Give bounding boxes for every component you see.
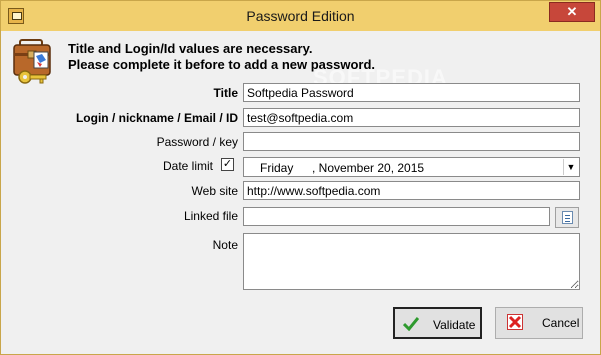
cancel-icon: [507, 314, 523, 330]
password-input[interactable]: [243, 132, 580, 151]
cancel-button[interactable]: Cancel: [495, 307, 583, 339]
linked-file-label: Linked file: [183, 209, 238, 223]
title-input[interactable]: [243, 83, 580, 102]
date-limit-label: Date limit: [162, 159, 213, 173]
login-input[interactable]: [243, 108, 580, 127]
window-title: Password Edition: [246, 8, 355, 24]
chevron-down-icon[interactable]: ▼: [563, 159, 578, 175]
header-line-1: Title and Login/Id values are necessary.: [68, 41, 313, 56]
check-icon: [403, 317, 419, 331]
title-label: Title: [213, 86, 238, 100]
validate-label: Validate: [433, 318, 476, 332]
password-edition-window: Password Edition ✕ Title and Login/Id va…: [0, 0, 601, 355]
cancel-label: Cancel: [542, 316, 580, 330]
dialog-body: Title and Login/Id values are necessary.…: [8, 31, 593, 348]
date-limit-checkbox[interactable]: ✓: [221, 158, 234, 171]
briefcase-key-icon: [13, 39, 51, 84]
date-limit-picker[interactable]: Friday , November 20, 2015 ▼: [243, 157, 580, 177]
date-day: Friday: [260, 161, 294, 175]
close-button[interactable]: ✕: [549, 2, 595, 22]
title-bar: Password Edition ✕: [1, 1, 600, 31]
linked-file-input[interactable]: [243, 207, 550, 226]
login-label: Login / nickname / Email / ID: [75, 111, 238, 125]
validate-button[interactable]: Validate: [393, 307, 482, 339]
password-label: Password / key: [156, 135, 238, 149]
website-input[interactable]: [243, 181, 580, 200]
website-label: Web site: [191, 184, 238, 198]
browse-file-button[interactable]: [555, 207, 579, 228]
note-label: Note: [212, 238, 238, 252]
date-rest: , November 20, 2015: [312, 161, 425, 175]
document-icon: [562, 211, 573, 224]
note-textarea[interactable]: [243, 233, 580, 290]
